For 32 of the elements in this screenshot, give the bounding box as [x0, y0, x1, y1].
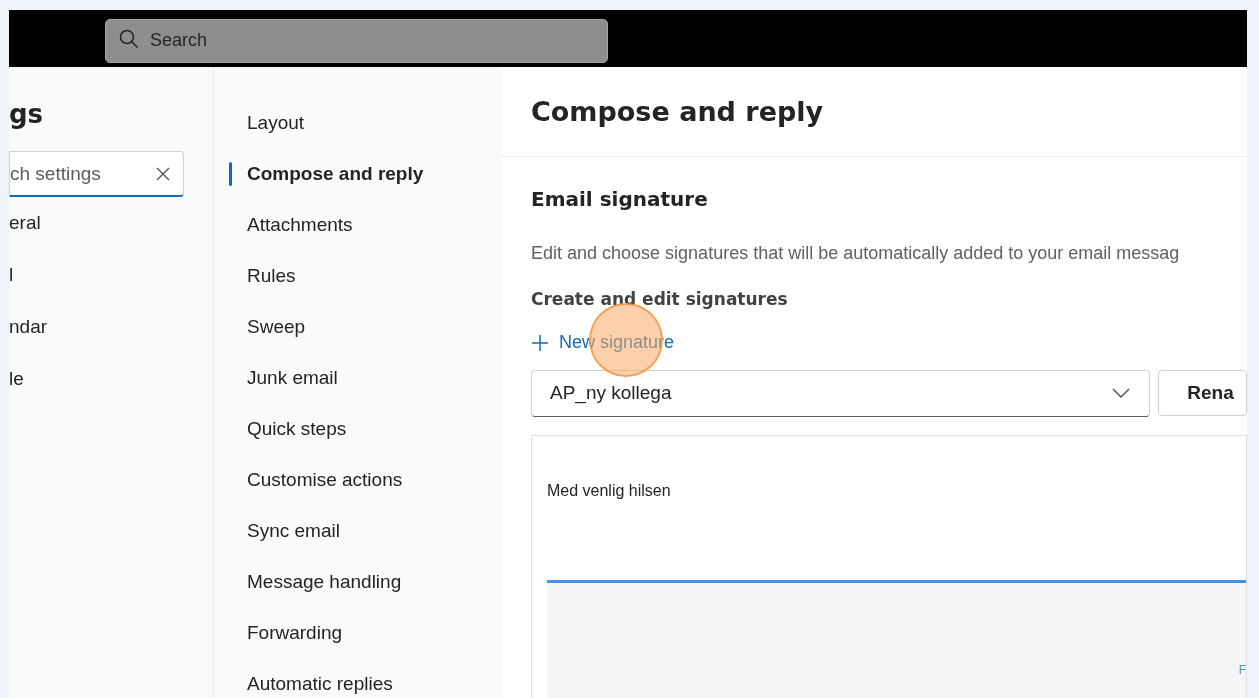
settings-search-field[interactable]: ch settings — [9, 151, 184, 197]
settings-nav-item[interactable]: eral — [9, 197, 213, 249]
settings-nav-item[interactable]: ndar — [9, 301, 213, 353]
settings-nav-item[interactable]: le — [9, 353, 213, 405]
search-field[interactable]: Search — [105, 18, 608, 63]
category-nav-item[interactable]: Customise actions — [214, 454, 501, 505]
chevron-down-icon — [1111, 387, 1132, 399]
rename-button[interactable]: Rena — [1158, 369, 1247, 416]
category-nav-item[interactable]: Sweep — [214, 301, 501, 352]
category-nav-item[interactable]: Sync email — [214, 505, 501, 556]
category-nav-item[interactable]: Forwarding — [214, 607, 501, 658]
category-nav-item[interactable]: Automatic replies — [214, 658, 501, 698]
category-nav-item[interactable]: Attachments — [214, 199, 501, 250]
close-icon[interactable] — [156, 167, 170, 181]
category-nav-item[interactable]: Rules — [214, 250, 501, 301]
plus-icon — [531, 333, 549, 352]
signature-text: Med venlig hilsen — [547, 481, 672, 500]
signature-editor[interactable]: Med venlig hilsen F — [531, 434, 1247, 698]
category-nav-item[interactable]: Message handling — [214, 556, 501, 607]
settings-title: gs — [9, 99, 45, 129]
category-nav-item[interactable]: Junk email — [214, 352, 501, 403]
page-title: Compose and reply — [501, 67, 1247, 157]
section-title: Email signature — [531, 187, 709, 211]
category-nav-item[interactable]: Layout — [214, 97, 501, 148]
search-icon — [119, 28, 139, 49]
settings-nav-item[interactable]: l — [9, 249, 213, 301]
subsection-title: Create and edit signatures — [531, 289, 789, 309]
category-nav-item[interactable]: Quick steps — [214, 403, 501, 454]
section-description: Edit and choose signatures that will be automatically added to your email messag — [531, 243, 1181, 264]
category-nav-item[interactable]: Compose and reply — [214, 148, 501, 199]
signature-dropdown[interactable]: AP_ny kollega — [531, 369, 1151, 417]
corner-text: F — [1238, 662, 1246, 677]
